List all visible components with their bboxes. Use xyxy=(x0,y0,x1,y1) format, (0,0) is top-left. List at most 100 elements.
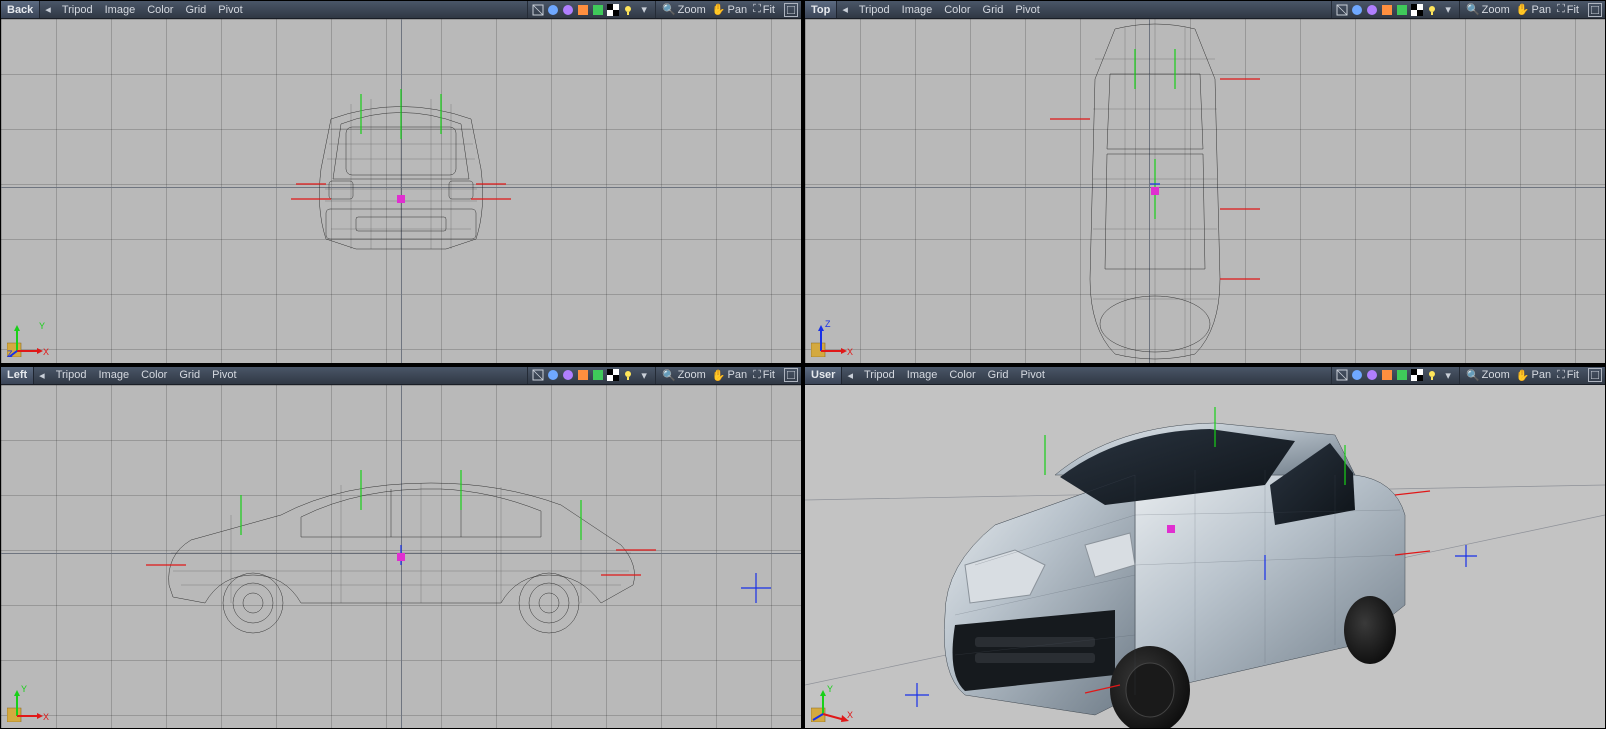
fit-button[interactable]: ⛶Fit xyxy=(1555,1,1581,18)
shading-tools: ▾ xyxy=(527,367,655,384)
zoom-button[interactable]: 🔍Zoom xyxy=(660,1,708,18)
menu-grid[interactable]: Grid xyxy=(173,367,206,384)
material-icon[interactable] xyxy=(1395,3,1409,17)
pan-button[interactable]: ✋Pan xyxy=(710,367,749,384)
fit-button[interactable]: ⛶Fit xyxy=(751,1,777,18)
maximize-button[interactable] xyxy=(1588,3,1602,17)
view-label[interactable]: Back xyxy=(1,1,40,18)
nav-tools: 🔍Zoom ✋Pan ⛶Fit xyxy=(1459,1,1585,18)
menu-grid[interactable]: Grid xyxy=(977,1,1010,18)
zoom-icon: 🔍 xyxy=(1466,3,1480,16)
axis-gizmo: Y X xyxy=(811,674,859,722)
wireframe-icon[interactable] xyxy=(1335,3,1349,17)
viewport-canvas[interactable]: Y X xyxy=(805,385,1605,729)
zoom-icon: 🔍 xyxy=(1466,369,1480,382)
menu-color[interactable]: Color xyxy=(135,367,173,384)
light-icon[interactable] xyxy=(1425,368,1439,382)
menu-color[interactable]: Color xyxy=(141,1,179,18)
checker-icon[interactable] xyxy=(1410,368,1424,382)
view-prev-arrow[interactable]: ◂ xyxy=(34,367,50,384)
shade-more-arrow[interactable]: ▾ xyxy=(1440,367,1456,384)
shading-tools: ▾ xyxy=(527,1,655,18)
light-icon[interactable] xyxy=(621,368,635,382)
viewport-canvas[interactable]: Z X xyxy=(805,19,1605,363)
smooth-shade-icon[interactable] xyxy=(561,3,575,17)
view-prev-arrow[interactable]: ◂ xyxy=(40,1,56,18)
menu-grid[interactable]: Grid xyxy=(179,1,212,18)
zoom-icon: 🔍 xyxy=(662,369,676,382)
view-prev-arrow[interactable]: ◂ xyxy=(837,1,853,18)
viewport-canvas[interactable]: Y X Z xyxy=(1,19,801,363)
fit-button[interactable]: ⛶Fit xyxy=(751,367,777,384)
menu-pivot[interactable]: Pivot xyxy=(1009,1,1045,18)
menu-tripod[interactable]: Tripod xyxy=(50,367,93,384)
menu-pivot[interactable]: Pivot xyxy=(206,367,242,384)
menu-grid[interactable]: Grid xyxy=(982,367,1015,384)
flat-shade-icon[interactable] xyxy=(546,3,560,17)
flat-shade-icon[interactable] xyxy=(1350,368,1364,382)
menu-pivot[interactable]: Pivot xyxy=(1014,367,1050,384)
menu-tripod[interactable]: Tripod xyxy=(853,1,896,18)
menu-image[interactable]: Image xyxy=(901,367,944,384)
wireframe-icon[interactable] xyxy=(531,368,545,382)
svg-text:X: X xyxy=(847,347,853,357)
zoom-button[interactable]: 🔍Zoom xyxy=(1464,1,1512,18)
flat-shade-icon[interactable] xyxy=(1350,3,1364,17)
pan-button[interactable]: ✋Pan xyxy=(710,1,749,18)
menu-image[interactable]: Image xyxy=(92,367,135,384)
zoom-button[interactable]: 🔍Zoom xyxy=(1464,367,1512,384)
viewport-left[interactable]: Left ◂ Tripod Image Color Grid Pivot ▾ 🔍… xyxy=(0,366,802,729)
fit-button[interactable]: ⛶Fit xyxy=(1555,367,1581,384)
maximize-button[interactable] xyxy=(784,368,798,382)
texture-icon[interactable] xyxy=(1380,368,1394,382)
menu-image[interactable]: Image xyxy=(99,1,142,18)
maximize-button[interactable] xyxy=(784,3,798,17)
texture-icon[interactable] xyxy=(576,3,590,17)
menu-color[interactable]: Color xyxy=(938,1,976,18)
texture-icon[interactable] xyxy=(1380,3,1394,17)
fit-icon: ⛶ xyxy=(753,369,761,382)
viewport-toolbar: Back ◂ Tripod Image Color Grid Pivot ▾ 🔍… xyxy=(1,1,801,19)
zoom-button[interactable]: 🔍Zoom xyxy=(660,367,708,384)
svg-text:Y: Y xyxy=(39,321,45,331)
svg-text:Z: Z xyxy=(825,319,831,329)
menu-color[interactable]: Color xyxy=(943,367,981,384)
viewport-user[interactable]: User ◂ Tripod Image Color Grid Pivot ▾ 🔍… xyxy=(804,366,1606,729)
menu-image[interactable]: Image xyxy=(896,1,939,18)
menu-tripod[interactable]: Tripod xyxy=(56,1,99,18)
view-label[interactable]: Left xyxy=(1,367,34,384)
menu-tripod[interactable]: Tripod xyxy=(858,367,901,384)
pan-icon: ✋ xyxy=(1516,369,1530,382)
shade-more-arrow[interactable]: ▾ xyxy=(1440,1,1456,18)
checker-icon[interactable] xyxy=(606,3,620,17)
nav-tools: 🔍Zoom ✋Pan ⛶Fit xyxy=(1459,367,1585,384)
viewport-canvas[interactable]: Y X xyxy=(1,385,801,729)
light-icon[interactable] xyxy=(1425,3,1439,17)
pan-button[interactable]: ✋Pan xyxy=(1514,367,1553,384)
checker-icon[interactable] xyxy=(606,368,620,382)
material-icon[interactable] xyxy=(1395,368,1409,382)
wireframe-icon[interactable] xyxy=(531,3,545,17)
view-label[interactable]: Top xyxy=(805,1,837,18)
texture-icon[interactable] xyxy=(576,368,590,382)
material-icon[interactable] xyxy=(591,3,605,17)
smooth-shade-icon[interactable] xyxy=(561,368,575,382)
flat-shade-icon[interactable] xyxy=(546,368,560,382)
viewport-top[interactable]: Top ◂ Tripod Image Color Grid Pivot ▾ 🔍Z… xyxy=(804,0,1606,364)
car-model xyxy=(935,415,1415,725)
pan-button[interactable]: ✋Pan xyxy=(1514,1,1553,18)
smooth-shade-icon[interactable] xyxy=(1365,368,1379,382)
wireframe-icon[interactable] xyxy=(1335,368,1349,382)
view-prev-arrow[interactable]: ◂ xyxy=(842,367,858,384)
shade-more-arrow[interactable]: ▾ xyxy=(636,1,652,18)
menu-pivot[interactable]: Pivot xyxy=(212,1,248,18)
view-label[interactable]: User xyxy=(805,367,842,384)
checker-icon[interactable] xyxy=(1410,3,1424,17)
shade-more-arrow[interactable]: ▾ xyxy=(636,367,652,384)
smooth-shade-icon[interactable] xyxy=(1365,3,1379,17)
light-icon[interactable] xyxy=(621,3,635,17)
maximize-button[interactable] xyxy=(1588,368,1602,382)
pan-icon: ✋ xyxy=(712,369,726,382)
viewport-back[interactable]: Back ◂ Tripod Image Color Grid Pivot ▾ 🔍… xyxy=(0,0,802,364)
material-icon[interactable] xyxy=(591,368,605,382)
